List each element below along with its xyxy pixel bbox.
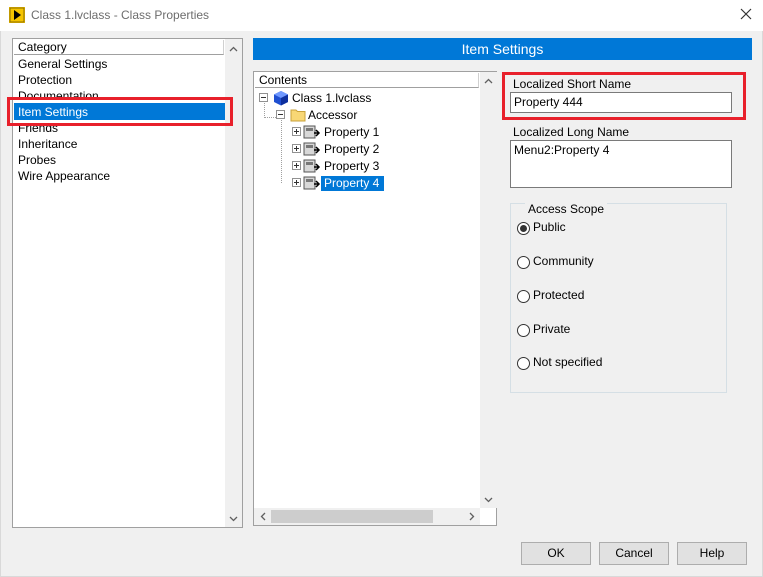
scroll-right-icon[interactable] [463,508,480,525]
expand-icon[interactable] [292,178,301,187]
close-icon [740,8,752,23]
expand-icon[interactable] [292,144,301,153]
radio-protected-label[interactable]: Protected [533,288,584,302]
tree-item-class[interactable]: Class 1.lvclass [292,91,371,105]
class-cube-icon [273,90,289,109]
contents-tree [253,71,497,526]
tree-item-property-1[interactable]: Property 1 [324,125,379,139]
expand-icon[interactable] [292,127,301,136]
radio-public-label[interactable]: Public [533,220,566,234]
category-item-wire-appearance[interactable]: Wire Appearance [18,169,110,183]
radio-not-specified[interactable] [517,357,530,370]
radio-protected[interactable] [517,290,530,303]
cancel-button[interactable]: Cancel [599,542,669,565]
scroll-down-icon[interactable] [480,491,497,508]
item-settings-header: Item Settings [253,38,752,60]
scroll-down-icon[interactable] [225,510,242,527]
tree-line [264,103,265,118]
highlight-item-settings [7,97,233,126]
access-scope-title: Access Scope [525,202,608,216]
scroll-up-icon[interactable] [480,72,497,89]
category-item-general-settings[interactable]: General Settings [18,57,107,71]
expand-icon[interactable] [292,161,301,170]
radio-community-label[interactable]: Community [533,254,594,268]
highlight-short-name [502,72,746,120]
radio-private-label[interactable]: Private [533,322,570,336]
scroll-up-icon[interactable] [225,40,242,57]
tree-item-property-3[interactable]: Property 3 [324,159,379,173]
category-item-probes[interactable]: Probes [18,153,56,167]
category-header-label: Category [18,40,67,54]
radio-public[interactable] [517,222,530,235]
hscroll-thumb[interactable] [271,510,433,523]
help-button[interactable]: Help [677,542,747,565]
tree-item-property-2[interactable]: Property 2 [324,142,379,156]
long-name-label: Localized Long Name [513,125,630,139]
long-name-field[interactable]: Menu2:Property 4 [510,140,732,188]
radio-private[interactable] [517,324,530,337]
contents-scrollbar[interactable] [480,72,497,508]
tree-line [281,120,282,183]
radio-community[interactable] [517,256,530,269]
category-item-inheritance[interactable]: Inheritance [18,137,77,151]
property-node-icon [303,175,321,194]
window-title: Class 1.lvclass - Class Properties [31,8,210,22]
close-button[interactable] [733,4,759,26]
tree-line [264,117,276,118]
labview-app-icon [9,7,25,23]
tree-item-property-4[interactable]: Property 4 [324,176,379,190]
contents-header-label: Contents [259,73,308,87]
category-item-protection[interactable]: Protection [18,73,72,87]
collapse-icon[interactable] [276,110,285,119]
tree-item-accessor[interactable]: Accessor [308,108,357,122]
collapse-icon[interactable] [259,93,268,102]
folder-icon [290,107,306,125]
ok-button[interactable]: OK [521,542,591,565]
radio-not-specified-label[interactable]: Not specified [533,355,602,369]
scroll-left-icon[interactable] [254,508,271,525]
